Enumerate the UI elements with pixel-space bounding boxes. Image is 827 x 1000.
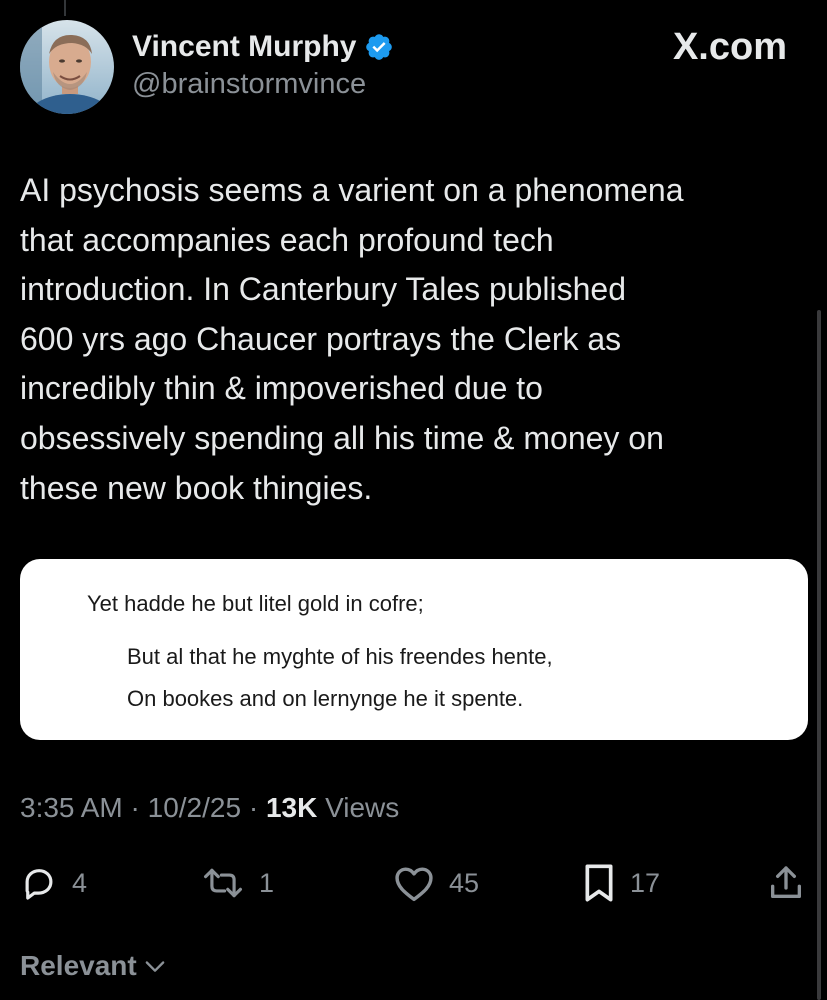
brand-watermark: X.com <box>673 26 787 69</box>
bookmark-count: 17 <box>630 867 661 898</box>
avatar-photo <box>20 20 114 114</box>
replies-sort-dropdown[interactable]: Relevant <box>20 950 169 982</box>
like-button[interactable]: 45 <box>393 858 479 908</box>
bookmark-icon <box>585 864 613 902</box>
meta-separator: · <box>130 792 140 823</box>
brand-text: X.com <box>672 26 787 68</box>
author-display-name[interactable]: Vincent Murphy <box>132 30 356 64</box>
tweet-time[interactable]: 3:35 AM <box>20 792 123 823</box>
action-bar: 4 1 45 17 <box>0 858 827 908</box>
reply-icon <box>25 869 53 900</box>
bookmark-button[interactable]: 17 <box>582 858 660 908</box>
image-text-line: But al that he myghte of his freendes he… <box>127 644 553 669</box>
author-name-row: Vincent Murphy <box>132 26 394 68</box>
author-block: Vincent Murphy @brainstormvince <box>132 26 394 101</box>
repost-count: 1 <box>259 867 275 898</box>
repost-button[interactable]: 1 <box>201 858 274 908</box>
thread-connector-line <box>64 0 66 16</box>
views-label: Views <box>325 792 400 823</box>
repost-icon <box>203 868 242 898</box>
heart-icon <box>395 867 433 902</box>
chevron-down-icon <box>145 961 165 972</box>
tweet-date[interactable]: 10/2/25 <box>148 792 241 823</box>
tweet-text: AI psychosis seems a varient on a phenom… <box>20 172 684 506</box>
avatar[interactable] <box>20 20 114 114</box>
attached-image[interactable]: Yet hadde he but litel gold in cofre; Bu… <box>20 559 808 740</box>
verified-badge-icon[interactable] <box>364 32 394 62</box>
share-button[interactable] <box>766 858 806 908</box>
views-count: 13K <box>265 792 318 823</box>
reply-button[interactable]: 4 <box>20 858 87 908</box>
author-handle[interactable]: @brainstormvince <box>132 68 394 101</box>
like-count: 45 <box>449 867 480 898</box>
share-icon <box>771 866 801 898</box>
reply-count: 4 <box>72 867 88 898</box>
image-text-line: On bookes and on lernynge he it spente. <box>127 686 524 711</box>
tweet-meta: 3:35 AM · 10/2/25 · 13K Views <box>20 792 399 824</box>
meta-separator: · <box>248 792 259 823</box>
image-text-line: Yet hadde he but litel gold in cofre; <box>87 591 424 616</box>
replies-sort-label: Relevant <box>20 950 137 981</box>
